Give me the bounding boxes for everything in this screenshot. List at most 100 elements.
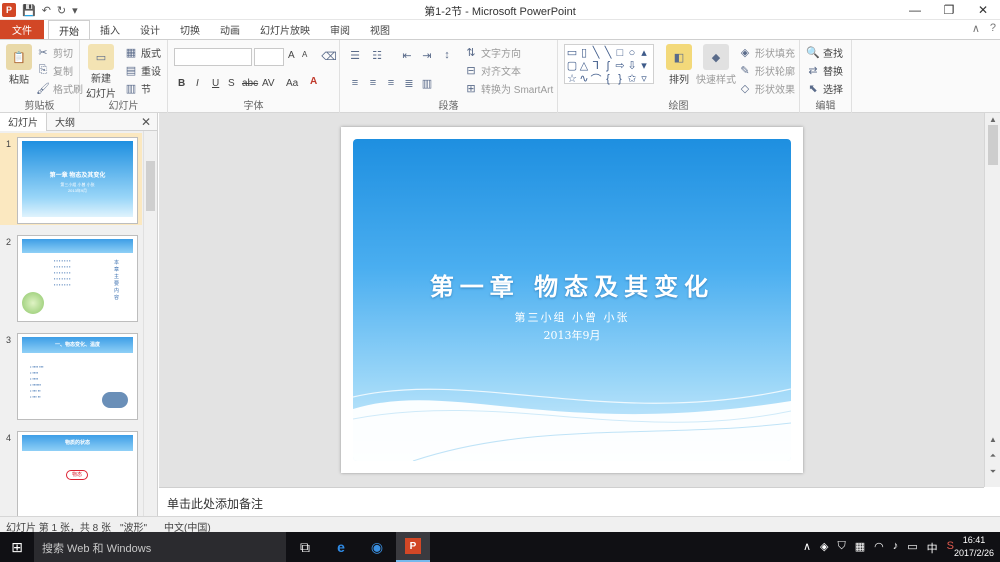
tab-review[interactable]: 审阅	[320, 20, 360, 39]
tab-outline[interactable]: 大纲	[47, 113, 83, 131]
font-color-button[interactable]: A	[310, 76, 317, 87]
tab-insert[interactable]: 插入	[90, 20, 130, 39]
justify-button[interactable]: ≣	[402, 76, 416, 90]
align-right-button[interactable]: ≡	[384, 76, 398, 90]
find-button[interactable]: 🔍 查找	[806, 45, 843, 60]
scroll-up-icon[interactable]: ▲	[987, 115, 999, 125]
bullets-button[interactable]: ☰	[348, 48, 362, 62]
editor-scrollbar[interactable]: ▲ ▲ ⏶ ⏷	[984, 113, 1000, 487]
curved-connector-icon[interactable]: ʃ	[602, 59, 614, 72]
shadow-button[interactable]: S	[228, 78, 235, 89]
panel-scroll-thumb[interactable]	[146, 161, 155, 211]
tray-shield-icon[interactable]: ⛉	[837, 540, 845, 556]
slide-thumbnail-2[interactable]: 2 ▪ ▪ ▪ ▪ ▪ ▪ ▪ ▪ ▪ ▪ ▪ ▪ ▪ ▪ ▪ ▪ ▪ ▪ ▪ ▪ …	[0, 231, 142, 323]
underline-button[interactable]: U	[212, 78, 219, 89]
slide-date[interactable]: 2013年9月	[353, 327, 791, 343]
slide-thumbnail-1[interactable]: 1 第一章 物态及其变化 第三小组 小曾 小张 2013年9月	[0, 133, 142, 225]
line-spacing-button[interactable]: ↕	[440, 48, 454, 62]
align-text-button[interactable]: ⊟ 对齐文本	[464, 63, 521, 78]
tab-animations[interactable]: 动画	[210, 20, 250, 39]
tab-transitions[interactable]: 切换	[170, 20, 210, 39]
tray-expand-icon[interactable]: ∧	[803, 540, 811, 556]
bracket-right-icon[interactable]: }	[614, 72, 626, 85]
shape-fill-button[interactable]: ◈ 形状填充	[738, 45, 795, 60]
curve-shape-icon[interactable]: ∿	[578, 72, 590, 85]
gallery-down-icon[interactable]: ▾	[638, 59, 650, 72]
tray-wifi-icon[interactable]: ◠	[874, 540, 884, 556]
strikethrough-button[interactable]: abc	[242, 78, 258, 89]
page-next-icon[interactable]: ⏷	[987, 467, 999, 477]
triangle-shape-icon[interactable]: △	[578, 59, 590, 72]
new-slide-button[interactable]: ▭ 新建 幻灯片	[86, 44, 116, 100]
customize-qat-icon[interactable]: ▾	[72, 4, 78, 17]
right-arrow-shape-icon[interactable]: ⇨	[614, 59, 626, 72]
notes-pane[interactable]: 单击此处添加备注	[159, 487, 984, 516]
convert-smartart-button[interactable]: ⊞ 转换为 SmartArt	[464, 81, 553, 96]
taskbar-clock[interactable]: 16:41 2017/2/26	[954, 534, 994, 560]
gallery-up-icon[interactable]: ▴	[638, 46, 650, 59]
tab-slideshow[interactable]: 幻灯片放映	[250, 20, 320, 39]
powerpoint-logo-icon[interactable]: P	[2, 3, 16, 17]
tray-app-icon[interactable]: ◈	[820, 540, 828, 556]
star-shape-icon-2[interactable]: ✩	[626, 72, 638, 85]
align-center-button[interactable]: ≡	[366, 76, 380, 90]
layout-button[interactable]: ▦ 版式	[124, 45, 161, 60]
line-shape-icon-2[interactable]: ╲	[602, 46, 614, 59]
shrink-font-button[interactable]: A	[302, 50, 307, 59]
change-case-button[interactable]: Aa	[286, 78, 298, 89]
clear-format-button[interactable]: ⌫	[321, 49, 337, 63]
tab-file[interactable]: 文件	[0, 20, 44, 39]
down-arrow-shape-icon[interactable]: ⇩	[626, 59, 638, 72]
minimize-button[interactable]: —	[898, 0, 932, 20]
panel-close-icon[interactable]: ✕	[141, 115, 151, 129]
slide-subtitle[interactable]: 第三小组 小曾 小张	[353, 309, 791, 325]
close-button[interactable]: ✕	[966, 0, 1000, 20]
undo-icon[interactable]: ↶	[42, 4, 51, 17]
copy-button[interactable]: ⎘ 复制	[36, 63, 73, 78]
star-shape-icon[interactable]: ☆	[566, 72, 578, 85]
editor-scroll-thumb[interactable]	[988, 125, 998, 165]
align-left-button[interactable]: ≡	[348, 76, 362, 90]
numbering-button[interactable]: ☷	[370, 48, 384, 62]
italic-button[interactable]: I	[196, 78, 199, 89]
shape-outline-button[interactable]: ✎ 形状轮廓	[738, 63, 795, 78]
vertical-textbox-shape-icon[interactable]: ▯	[578, 46, 590, 59]
taskbar-search-box[interactable]: 搜索 Web 和 Windows	[34, 532, 286, 562]
grow-font-button[interactable]: A	[288, 50, 295, 61]
restore-button[interactable]: ❐	[932, 0, 966, 20]
slide-title[interactable]: 第一章 物态及其变化	[353, 267, 791, 302]
slide-thumbnail-4[interactable]: 4 物质的状态 物态	[0, 427, 142, 516]
edge-browser-icon[interactable]: e	[324, 532, 358, 562]
tab-home[interactable]: 开始	[48, 20, 90, 39]
replace-button[interactable]: ⇄ 替换	[806, 63, 843, 78]
current-slide[interactable]: 第一章 物态及其变化 第三小组 小曾 小张 2013年9月	[341, 127, 803, 473]
font-family-select[interactable]	[174, 48, 252, 66]
format-painter-button[interactable]: 🖌 格式刷	[36, 81, 83, 96]
browser-app-icon[interactable]: ◉	[360, 532, 394, 562]
rectangle-shape-icon[interactable]: □	[614, 46, 626, 59]
help-icon[interactable]: ?	[990, 22, 996, 35]
section-button[interactable]: ▥ 节	[124, 81, 151, 96]
panel-scrollbar[interactable]	[143, 131, 157, 516]
reset-button[interactable]: ▤ 重设	[124, 63, 161, 78]
notes-placeholder[interactable]: 单击此处添加备注	[167, 495, 263, 512]
bold-button[interactable]: B	[178, 78, 185, 89]
oval-shape-icon[interactable]: ○	[626, 46, 638, 59]
shapes-gallery[interactable]: ▭ ▯ ╲ ╲ □ ○ ▴ ▢ △ ⅂ ʃ ⇨ ⇩ ▾ ☆ ∿ ⌒ { } ✩ …	[564, 44, 654, 86]
select-button[interactable]: ⬉ 选择	[806, 81, 843, 96]
arrange-button[interactable]: ◧ 排列	[666, 44, 692, 86]
powerpoint-taskbar-icon[interactable]: P	[396, 532, 430, 562]
tab-slides[interactable]: 幻灯片	[0, 112, 47, 131]
arc-shape-icon[interactable]: ⌒	[590, 72, 602, 86]
windows-start-icon[interactable]: ⊞	[6, 537, 28, 557]
line-shape-icon[interactable]: ╲	[590, 46, 602, 59]
tray-volume-icon[interactable]: ♪	[893, 540, 899, 556]
minimize-ribbon-icon[interactable]: ∧	[972, 22, 980, 35]
tray-network-icon[interactable]: ▦	[855, 540, 865, 556]
tray-lang[interactable]: 中	[927, 540, 938, 556]
slide-thumbnail-3[interactable]: 3 一、物态变化、温度 • ▪▪▪▪ ▪▪▪ • ▪▪▪▪ • ▪▪▪▪ • ▪▪▪▪…	[0, 329, 142, 421]
bracket-left-icon[interactable]: {	[602, 72, 614, 85]
columns-button[interactable]: ▥	[420, 76, 434, 90]
char-spacing-button[interactable]: AV	[262, 78, 275, 89]
textbox-shape-icon[interactable]: ▭	[566, 46, 578, 59]
